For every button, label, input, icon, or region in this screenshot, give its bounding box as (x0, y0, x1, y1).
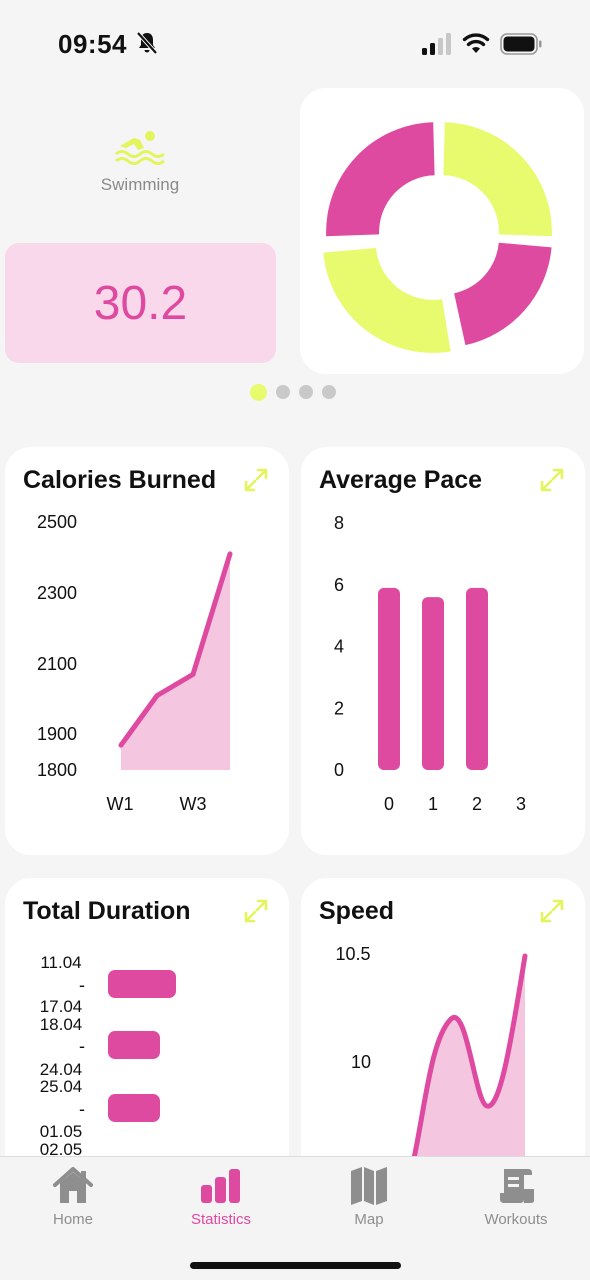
calories-burned-card[interactable]: Calories Burned 2500 2300 2100 1900 1800 W1 W3 (5, 447, 289, 855)
y-tick-label: 0 (334, 760, 344, 780)
map-icon (351, 1167, 387, 1205)
average-pace-card[interactable]: Average Pace 864200123 (301, 447, 585, 855)
x-tick-label: W1 (107, 794, 134, 814)
donut-chart (323, 122, 552, 353)
tab-home[interactable]: Home (13, 1165, 133, 1235)
bar-chart-icon (201, 1169, 240, 1203)
speed-chart: 10.5 10 (335, 944, 528, 1168)
y-tick-label: 17.04 (40, 997, 83, 1016)
tab-statistics[interactable]: Statistics (161, 1165, 281, 1235)
total-duration-card[interactable]: Total Duration 11.04-17.04 18.04-24.04 25.… (5, 878, 289, 1178)
tab-workouts[interactable]: Workouts (456, 1165, 576, 1235)
y-tick-label: 01.05 (40, 1122, 83, 1141)
y-tick-label: 1800 (37, 760, 77, 780)
tab-label: Workouts (484, 1211, 548, 1228)
y-tick-label: 2100 (37, 654, 77, 674)
bar (108, 1031, 160, 1059)
activity-value-card[interactable]: 30.2 (5, 243, 276, 363)
status-bar: 09:54 (0, 0, 590, 88)
donut-segment (323, 247, 451, 353)
y-tick-label: 8 (334, 513, 344, 533)
tab-label: Map (354, 1211, 384, 1228)
bar (108, 970, 176, 998)
area-fill (121, 553, 230, 770)
y-tick-label: - (79, 975, 85, 995)
scroll-icon (500, 1169, 534, 1203)
duration-chart: 11.04-17.0418.04-24.0425.04-01.0502.05 (40, 953, 176, 1159)
page-dot[interactable] (250, 383, 267, 401)
y-tick-label: 4 (334, 637, 344, 657)
y-tick-label: 1900 (37, 724, 77, 744)
activity-label: Swimming (100, 175, 180, 194)
tab-map[interactable]: Map (309, 1165, 429, 1235)
status-time: 09:54 (58, 29, 127, 59)
carousel-page-indicator[interactable] (250, 383, 336, 401)
x-tick-label: 1 (428, 794, 438, 814)
battery-icon (500, 33, 542, 55)
x-tick-label: 0 (384, 794, 394, 814)
y-tick-label: 6 (334, 575, 344, 595)
donut-segment (454, 242, 552, 346)
x-tick-label: 3 (516, 794, 526, 814)
bar (466, 587, 488, 770)
bar (108, 1094, 160, 1122)
home-indicator (190, 1262, 401, 1269)
cellular-signal-icon (422, 33, 451, 55)
page-dot[interactable] (276, 385, 290, 399)
calories-chart: 2500 2300 2100 1900 1800 W1 W3 (37, 512, 233, 814)
y-tick-label: - (79, 1036, 85, 1056)
x-tick-label: W3 (180, 794, 207, 814)
y-tick-label: 10 (351, 1052, 371, 1072)
y-tick-label: 10.5 (335, 944, 370, 964)
donut-segment (443, 122, 552, 237)
tab-label: Home (52, 1211, 93, 1228)
x-tick-label: 2 (472, 794, 482, 814)
y-tick-label: 2500 (37, 512, 77, 532)
y-tick-label: 2300 (37, 583, 77, 603)
bell-muted-icon (136, 31, 158, 55)
y-tick-label: 18.04 (40, 1015, 83, 1034)
pace-chart: 8 6 4 2 0 0 1 2 3 (334, 513, 526, 814)
tab-label: Statistics (190, 1211, 251, 1228)
swimmer-icon (115, 131, 165, 165)
y-tick-label: 2 (334, 698, 344, 718)
y-tick-label: 25.04 (40, 1077, 83, 1096)
activity-value: 30.2 (93, 276, 188, 330)
bar (422, 597, 444, 770)
wifi-icon (462, 33, 490, 53)
donut-chart-card[interactable] (300, 88, 584, 374)
bar (378, 587, 400, 770)
speed-card[interactable]: Speed 10.5 10 (301, 878, 585, 1178)
page-dot[interactable] (299, 385, 313, 399)
donut-segment (326, 122, 435, 237)
page-dot[interactable] (322, 385, 336, 399)
y-tick-label: 11.04 (40, 953, 81, 972)
y-tick-label: - (79, 1099, 85, 1119)
home-icon (53, 1167, 93, 1203)
